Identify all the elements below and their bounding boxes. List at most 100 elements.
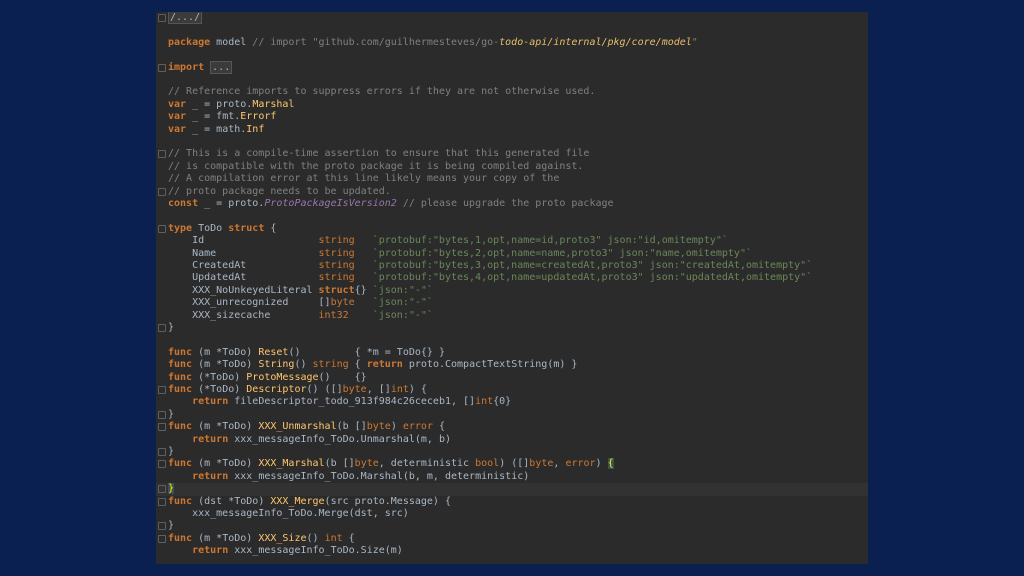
- code-token: (m *ToDo): [198, 346, 259, 358]
- code-line[interactable]: func (*ToDo) Descriptor() ([]byte, []int…: [156, 384, 868, 396]
- fold-marker-icon[interactable]: [158, 14, 166, 22]
- code-token: // This is a compile-time assertion to e…: [168, 148, 590, 160]
- fold-marker-icon[interactable]: [158, 410, 166, 419]
- code-line[interactable]: func (dst *ToDo) XXX_Merge(src proto.Mes…: [156, 496, 868, 508]
- fold-marker-icon[interactable]: [158, 534, 166, 543]
- code-line[interactable]: return xxx_messageInfo_ToDo.Size(m): [156, 545, 868, 557]
- fold-marker-icon[interactable]: [158, 63, 166, 72]
- fold-marker-icon[interactable]: [158, 522, 166, 531]
- code-text: func (*ToDo) Descriptor() ([]byte, []int…: [168, 384, 427, 396]
- code-line[interactable]: func (m *ToDo) Reset() { *m = ToDo{} }: [156, 347, 868, 359]
- code-token: func: [168, 359, 199, 371]
- code-line[interactable]: [156, 49, 868, 61]
- code-line[interactable]: Name string `protobuf:"bytes,2,opt,name=…: [156, 248, 868, 260]
- fold-marker-icon[interactable]: [158, 485, 166, 494]
- code-line[interactable]: func (m *ToDo) XXX_Unmarshal(b []byte) e…: [156, 421, 868, 433]
- code-text: return xxx_messageInfo_ToDo.Marshal(b, m…: [168, 471, 529, 483]
- code-line[interactable]: }: [156, 322, 868, 334]
- code-line[interactable]: return xxx_messageInfo_ToDo.Unmarshal(m,…: [156, 434, 868, 446]
- code-line[interactable]: return xxx_messageInfo_ToDo.Marshal(b, m…: [156, 471, 868, 483]
- fold-marker-icon[interactable]: [158, 386, 166, 394]
- code-token: _ = fmt.: [192, 111, 241, 123]
- code-line[interactable]: }: [156, 520, 868, 532]
- code-line[interactable]: var _ = math.Inf: [156, 124, 868, 136]
- code-token: type: [168, 222, 199, 234]
- code-line[interactable]: XXX_unrecognized []byte `json:"-"`: [156, 297, 868, 309]
- fold-marker-icon[interactable]: [158, 423, 166, 432]
- code-line[interactable]: [156, 136, 868, 148]
- code-token: ): [595, 458, 608, 470]
- code-line[interactable]: var _ = fmt.Errorf: [156, 111, 868, 123]
- code-token: ) {: [408, 384, 427, 395]
- code-token: _ = math.: [192, 123, 247, 135]
- code-text: Id string `protobuf:"bytes,1,opt,name=id…: [168, 235, 728, 247]
- code-token: Marshal: [252, 98, 295, 110]
- code-line[interactable]: // Reference imports to suppress errors …: [156, 86, 868, 98]
- code-token: todo-api/internal/pkg/core/model: [499, 36, 692, 48]
- code-line[interactable]: UpdatedAt string `protobuf:"bytes,4,opt,…: [156, 272, 868, 284]
- code-token: `protobuf:"bytes,2,opt,name=name,proto3"…: [372, 247, 752, 259]
- code-token: int: [324, 532, 343, 544]
- fold-marker-icon[interactable]: [158, 150, 166, 159]
- code-line[interactable]: XXX_NoUnkeyedLiteral struct{} `json:"-"`: [156, 285, 868, 297]
- code-line[interactable]: xxx_messageInfo_ToDo.Merge(dst, src): [156, 508, 868, 520]
- fold-marker-icon[interactable]: [158, 224, 166, 233]
- fold-marker-icon[interactable]: [158, 324, 166, 332]
- code-token: XXX_unrecognized []: [168, 297, 331, 309]
- code-line[interactable]: }: [156, 446, 868, 458]
- code-line[interactable]: [156, 210, 868, 222]
- code-line[interactable]: // This is a compile-time assertion to e…: [156, 148, 868, 160]
- code-token: XXX_sizecache: [168, 309, 319, 321]
- code-line[interactable]: [156, 74, 868, 86]
- code-line[interactable]: CreatedAt string `protobuf:"bytes,3,opt,…: [156, 260, 868, 272]
- code-token: /.../: [168, 12, 203, 24]
- code-line[interactable]: const _ = proto.ProtoPackageIsVersion2 /…: [156, 198, 868, 210]
- code-text: }: [168, 446, 174, 458]
- code-line[interactable]: func (*ToDo) ProtoMessage() {}: [156, 372, 868, 384]
- code-token: (m *ToDo): [198, 421, 259, 433]
- fold-marker-icon[interactable]: [158, 497, 166, 506]
- code-line[interactable]: [156, 24, 868, 36]
- code-token: }: [168, 446, 175, 457]
- fold-marker-icon[interactable]: [158, 448, 166, 456]
- code-line[interactable]: func (m *ToDo) XXX_Size() int {: [156, 533, 868, 545]
- code-line[interactable]: func (m *ToDo) String() string { return …: [156, 359, 868, 371]
- code-token: }: [168, 408, 175, 420]
- code-line[interactable]: func (m *ToDo) XXX_Marshal(b []byte, det…: [156, 458, 868, 470]
- code-text: func (m *ToDo) XXX_Size() int {: [168, 533, 355, 545]
- code-line[interactable]: import ...: [156, 60, 868, 74]
- code-editor[interactable]: /.../ package model // import "github.com…: [156, 12, 868, 564]
- code-line[interactable]: // is compatible with the proto package …: [156, 161, 868, 173]
- code-line[interactable]: XXX_sizecache int32 `json:"-"`: [156, 310, 868, 322]
- code-token: UpdatedAt: [168, 272, 319, 284]
- code-line[interactable]: package model // import "github.com/guil…: [156, 37, 868, 49]
- code-line[interactable]: }: [156, 483, 868, 496]
- code-token: , deterministic: [378, 458, 476, 470]
- code-token: XXX_NoUnkeyedLiteral: [168, 284, 319, 296]
- code-line[interactable]: type ToDo struct {: [156, 223, 868, 235]
- code-line[interactable]: return fileDescriptor_todo_913f984c26cec…: [156, 396, 868, 408]
- code-line[interactable]: Id string `protobuf:"bytes,1,opt,name=id…: [156, 235, 868, 247]
- code-line[interactable]: [156, 334, 868, 346]
- code-token: xxx_messageInfo_ToDo.Size(m): [234, 545, 403, 557]
- code-token: return: [366, 359, 409, 371]
- code-text: return fileDescriptor_todo_913f984c26cec…: [168, 396, 511, 408]
- code-token: bool: [475, 458, 500, 470]
- code-token: return: [192, 545, 235, 557]
- code-line[interactable]: }: [156, 409, 868, 421]
- code-line[interactable]: /.../: [156, 12, 868, 24]
- code-token: string: [318, 235, 355, 247]
- code-line[interactable]: // A compilation error at this line like…: [156, 173, 868, 185]
- code-token: _ = proto.: [192, 98, 253, 110]
- code-line[interactable]: // proto package needs to be updated.: [156, 186, 868, 198]
- fold-marker-icon[interactable]: [158, 460, 166, 469]
- fold-marker-icon[interactable]: [158, 187, 166, 196]
- code-token: return: [192, 396, 235, 408]
- code-line[interactable]: var _ = proto.Marshal: [156, 99, 868, 111]
- code-text: func (m *ToDo) String() string { return …: [168, 359, 577, 371]
- code-token: ": [691, 36, 698, 48]
- code-token: struct: [318, 284, 355, 296]
- code-token: (dst *ToDo): [198, 495, 271, 507]
- code-token: struct: [228, 222, 271, 234]
